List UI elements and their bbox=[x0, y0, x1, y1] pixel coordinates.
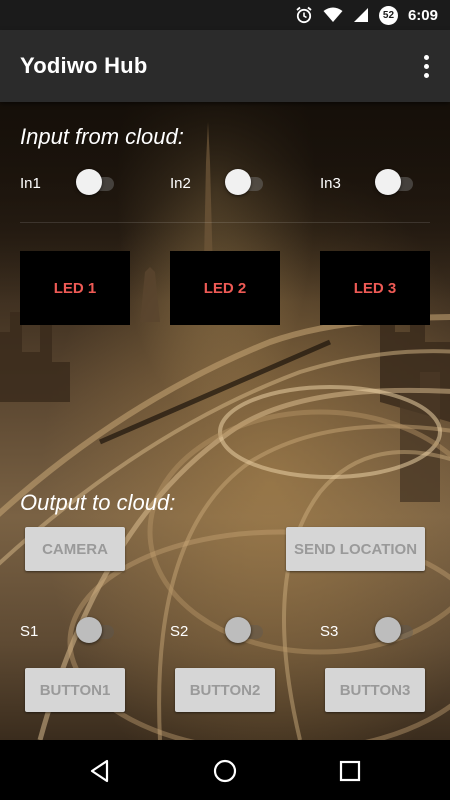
button1[interactable]: BUTTON1 bbox=[25, 668, 125, 712]
led-1: LED 1 bbox=[20, 251, 130, 325]
status-bar: 52 6:09 bbox=[0, 0, 450, 30]
button3[interactable]: BUTTON3 bbox=[325, 668, 425, 712]
recents-icon[interactable] bbox=[337, 758, 363, 784]
switch-label-s3: S3 bbox=[320, 623, 339, 640]
switch-label-s2: S2 bbox=[170, 623, 189, 640]
app-bar: Yodiwo Hub bbox=[0, 30, 450, 102]
navigation-bar bbox=[0, 740, 450, 800]
switch-label-s1: S1 bbox=[20, 623, 39, 640]
back-icon[interactable] bbox=[87, 758, 113, 784]
switch-s3[interactable] bbox=[375, 617, 415, 643]
home-icon[interactable] bbox=[212, 758, 238, 784]
switch-s1[interactable] bbox=[76, 617, 116, 643]
battery-icon: 52 bbox=[378, 5, 398, 25]
camera-button[interactable]: CAMERA bbox=[25, 527, 125, 571]
switch-label-in1: In1 bbox=[20, 175, 41, 192]
switch-in3[interactable] bbox=[375, 169, 415, 195]
wifi-icon bbox=[323, 7, 343, 23]
switch-in2[interactable] bbox=[225, 169, 265, 195]
alarm-icon bbox=[295, 6, 313, 24]
more-vert-icon[interactable] bbox=[414, 50, 438, 82]
switch-label-in2: In2 bbox=[170, 175, 191, 192]
switch-s2[interactable] bbox=[225, 617, 265, 643]
city-background-image bbox=[0, 102, 450, 740]
divider bbox=[20, 222, 430, 223]
input-section-title: Input from cloud: bbox=[20, 124, 184, 149]
send-location-button[interactable]: SEND LOCATION bbox=[286, 527, 425, 571]
signal-icon bbox=[353, 7, 369, 23]
app-title: Yodiwo Hub bbox=[20, 53, 148, 78]
button2[interactable]: BUTTON2 bbox=[175, 668, 275, 712]
status-time: 6:09 bbox=[407, 6, 438, 24]
led-3: LED 3 bbox=[320, 251, 430, 325]
led-2: LED 2 bbox=[170, 251, 280, 325]
switch-in1[interactable] bbox=[76, 169, 116, 195]
output-section-title: Output to cloud: bbox=[20, 490, 176, 515]
main-content: Input from cloud: In1 In2 In3 LED 1 LED … bbox=[0, 102, 450, 740]
switch-label-in3: In3 bbox=[320, 175, 341, 192]
